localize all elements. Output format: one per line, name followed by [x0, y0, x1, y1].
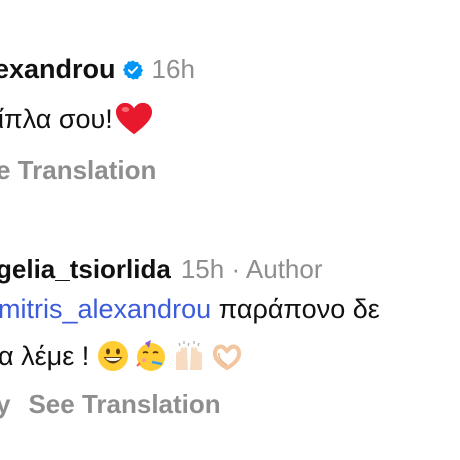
red-heart-emoji: [115, 101, 153, 137]
author-label: Author: [245, 254, 323, 284]
mention-link[interactable]: mitris_alexandrou: [0, 294, 211, 324]
comment-1-timestamp: 16h: [151, 54, 195, 84]
comment-2-header: gelia_tsiorlida 15h · Author: [0, 256, 323, 282]
see-translation-button-2[interactable]: See Translation: [28, 389, 220, 419]
comment-1-header: exandrou 16h: [0, 56, 195, 83]
comment-2-actions: y See Translation: [0, 391, 221, 417]
verified-badge-icon: [122, 59, 144, 81]
comment-1-actions: e Translation: [0, 157, 156, 183]
comment-1-username[interactable]: exandrou: [0, 54, 116, 84]
comment-2-username[interactable]: gelia_tsiorlida: [0, 254, 171, 284]
comment-1-body: ίπλα σου!: [0, 104, 113, 134]
heart-hands-emoji: [211, 340, 243, 372]
raising-hands-emoji: [173, 340, 205, 372]
see-translation-button[interactable]: e Translation: [0, 155, 156, 185]
partying-face-emoji: [135, 340, 167, 372]
reply-button[interactable]: y: [0, 389, 10, 419]
comment-2-body-line-2: α λέμε !: [0, 341, 97, 371]
comment-2-body: παράπονο δε: [211, 294, 380, 324]
grinning-face-emoji: [97, 340, 129, 372]
comment-2-text-line-2: α λέμε !: [0, 340, 249, 372]
comment-1-text: ίπλα σου!: [0, 101, 153, 137]
comment-2-text: mitris_alexandrou παράπονο δε: [0, 296, 380, 323]
comment-2-timestamp: 15h: [180, 254, 225, 284]
